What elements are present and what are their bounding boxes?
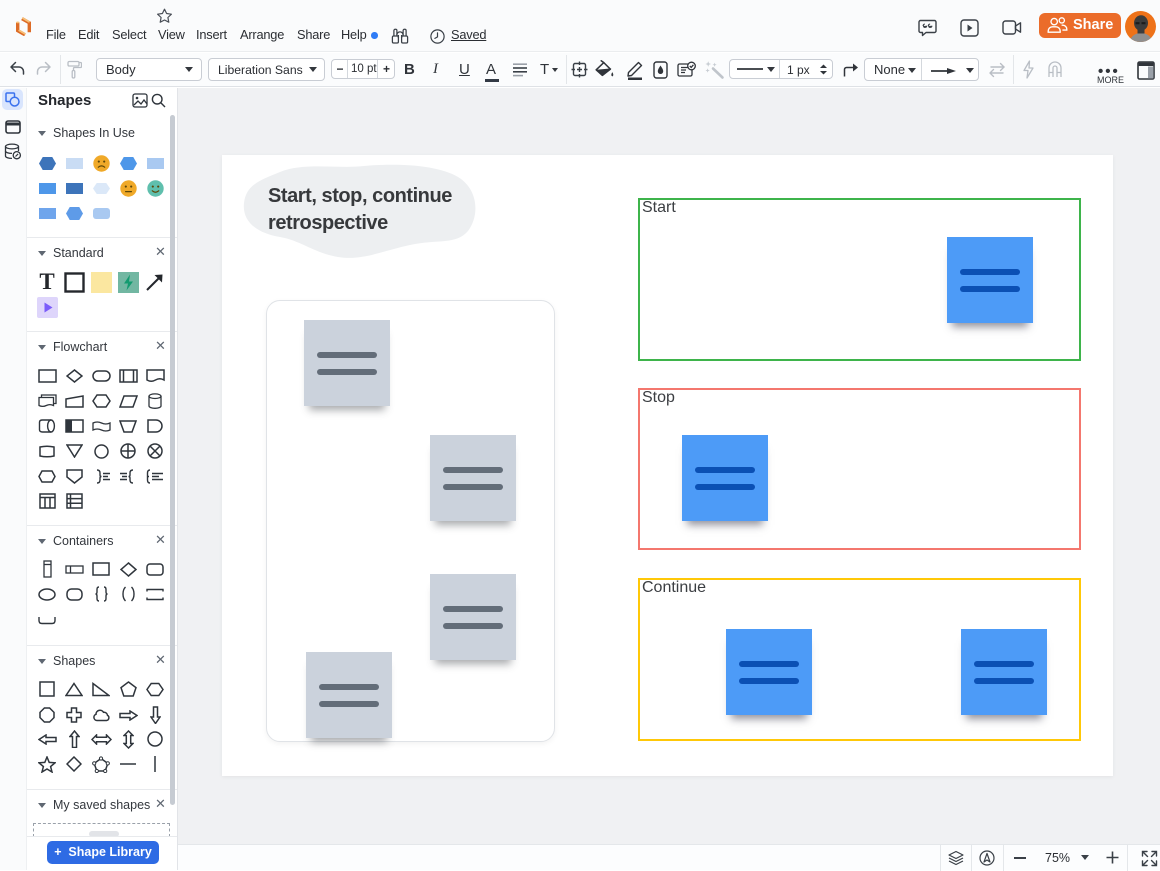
svg-text:T: T: [39, 270, 54, 294]
